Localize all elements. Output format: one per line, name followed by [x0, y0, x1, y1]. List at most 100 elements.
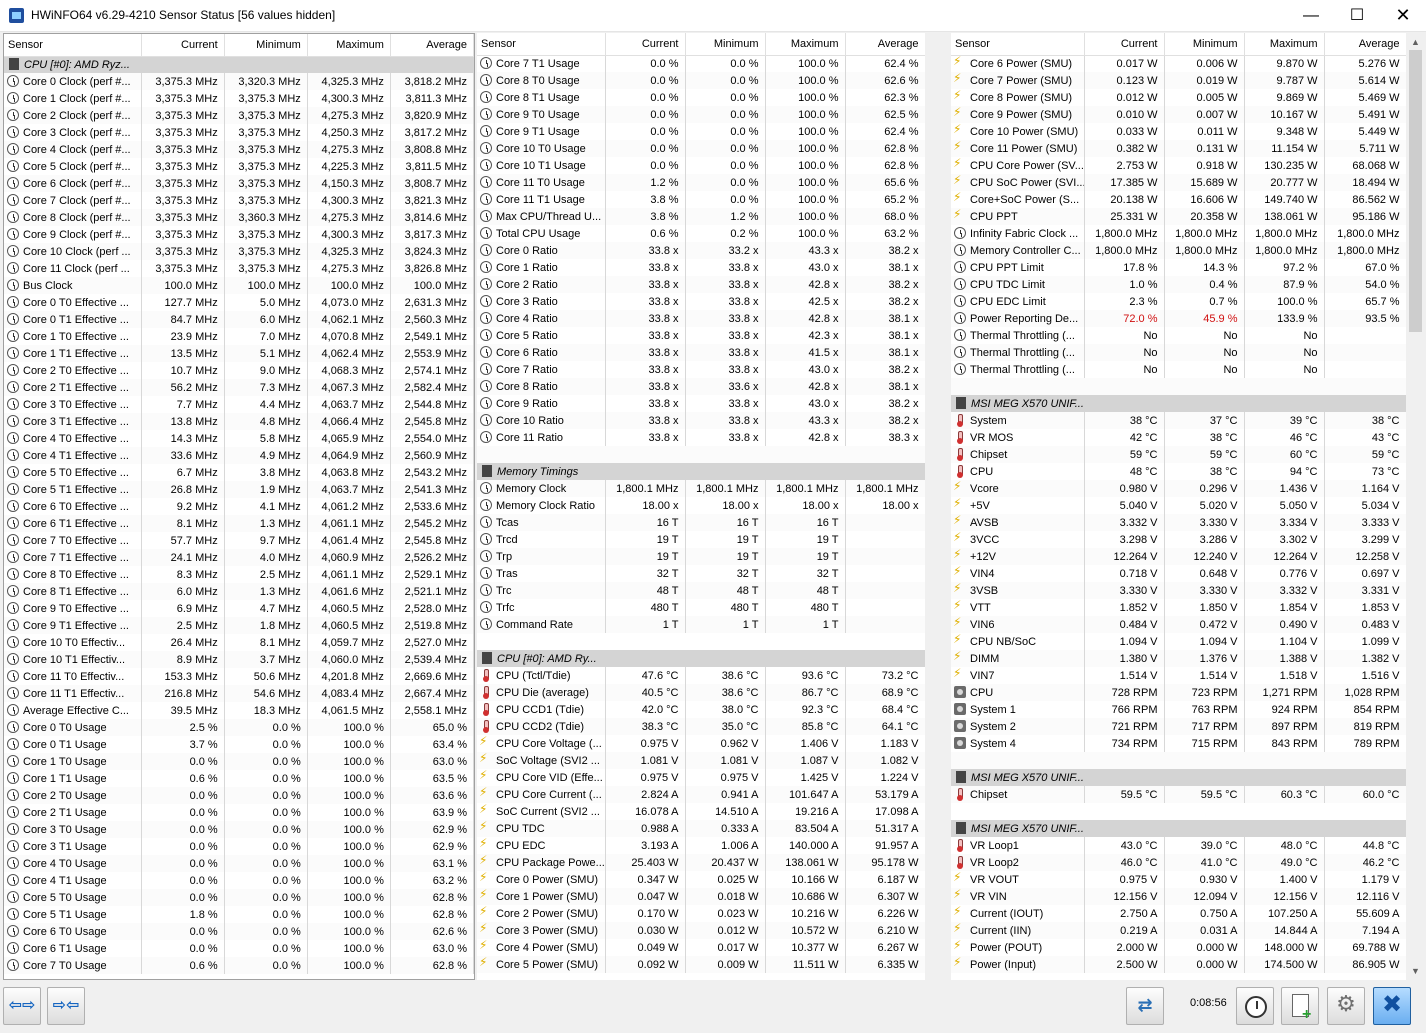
sensor-row[interactable]: Core 2 T0 Usage 0.0 % 0.0 % 100.0 % 63.6 % — [4, 787, 474, 804]
sensor-row[interactable]: Tcas 16 T 16 T 16 T — [477, 514, 925, 531]
sensor-row[interactable]: Power Reporting De... 72.0 % 45.9 % 133.9 %… — [951, 310, 1406, 327]
sensor-row[interactable]: AVSB 3.332 V3.330 V3.334 V3.333 V — [951, 514, 1406, 531]
sensor-row[interactable]: Core 2 T0 Effective ... 10.7 MHz 9.0 MHz 4,… — [4, 362, 474, 379]
sensor-row[interactable]: Core 4 T0 Usage 0.0 % 0.0 % 100.0 % 63.1 % — [4, 855, 474, 872]
sensor-row[interactable]: Core 5 Clock (perf #... 3,375.3 MHz 3,375.… — [4, 158, 474, 175]
sensor-row[interactable]: Core 8 T1 Effective ... 6.0 MHz 1.3 MHz 4,0… — [4, 583, 474, 600]
sensor-row[interactable]: Core 10 T0 Effectiv... 26.4 MHz 8.1 MHz 4,0… — [4, 634, 474, 651]
column-header-minimum[interactable]: Minimum — [685, 33, 766, 56]
sensor-row[interactable]: Core 2 T1 Usage 0.0 % 0.0 % 100.0 % 63.9 % — [4, 804, 474, 821]
sensor-row[interactable]: VR VOUT 0.975 V0.930 V1.400 V1.179 V — [951, 871, 1406, 888]
sensor-row[interactable]: Core 9 T0 Usage 0.0 % 0.0 % 100.0 % 62.5 % — [477, 106, 925, 123]
column-header-average[interactable]: Average — [390, 34, 474, 57]
sensor-row[interactable]: Core 6 T0 Effective ... 9.2 MHz 4.1 MHz 4,0… — [4, 498, 474, 515]
sensor-row[interactable]: VR MOS 42 °C 38 °C 46 °C 43 °C — [951, 429, 1406, 446]
sensor-row[interactable]: Thermal Throttling (... No No No — [951, 344, 1406, 361]
sensor-row[interactable]: Chipset 59.5 °C 59.5 °C 60.3 °C 60.0 °C — [951, 786, 1406, 803]
expand-columns-button[interactable]: ⇦⇨ — [3, 987, 41, 1025]
sensor-row[interactable]: CPU CCD1 (Tdie) 42.0 °C 38.0 °C 92.3 °C 68.4… — [477, 701, 925, 718]
sensor-row[interactable]: Total CPU Usage 0.6 % 0.2 % 100.0 % 63.2 % — [477, 225, 925, 242]
sensor-row[interactable]: Thermal Throttling (... No No No — [951, 327, 1406, 344]
collapse-columns-button[interactable]: ⇨⇦ — [47, 987, 85, 1025]
sensor-row[interactable]: Core+SoC Power (S... 20.138 W16.606 W149.… — [951, 191, 1406, 208]
sensor-group-header[interactable]: MSI MEG X570 UNIF... — [951, 395, 1406, 412]
sensor-row[interactable]: Core 6 T1 Usage 0.0 % 0.0 % 100.0 % 63.0 % — [4, 940, 474, 957]
column-header-sensor[interactable]: Sensor — [951, 33, 1085, 56]
sensor-row[interactable]: Core 4 T0 Effective ... 14.3 MHz 5.8 MHz 4,… — [4, 430, 474, 447]
sensor-row[interactable]: Core 9 Ratio 33.8 x 33.8 x 43.0 x 38.2 x — [477, 395, 925, 412]
sensor-row[interactable]: Core 8 Ratio 33.8 x 33.6 x 42.8 x 38.1 x — [477, 378, 925, 395]
sensor-row[interactable]: Core 8 T0 Usage 0.0 % 0.0 % 100.0 % 62.6 % — [477, 72, 925, 89]
sensor-row[interactable]: Core 10 Ratio 33.8 x 33.8 x 43.3 x 38.2 x — [477, 412, 925, 429]
sensor-row[interactable]: Core 8 Power (SMU) 0.012 W0.005 W9.869 W5… — [951, 89, 1406, 106]
column-header-minimum[interactable]: Minimum — [224, 34, 308, 57]
sensor-row[interactable]: Vcore 0.980 V0.296 V1.436 V1.164 V — [951, 480, 1406, 497]
sensor-row[interactable]: Core 0 Clock (perf #... 3,375.3 MHz 3,320.… — [4, 73, 474, 90]
sensor-row[interactable]: Core 11 Clock (perf ... 3,375.3 MHz 3,375.… — [4, 260, 474, 277]
sensor-row[interactable]: Core 1 T0 Usage 0.0 % 0.0 % 100.0 % 63.0 % — [4, 753, 474, 770]
sensor-row[interactable]: SoC Voltage (SVI2 ...1.081 V1.081 V1.087… — [477, 752, 925, 769]
column-header-current[interactable]: Current — [141, 34, 225, 57]
logging-button[interactable]: + — [1281, 987, 1319, 1025]
sensor-row[interactable]: VTT 1.852 V1.850 V1.854 V1.853 V — [951, 599, 1406, 616]
sensor-row[interactable]: Core 11 Ratio 33.8 x 33.8 x 42.8 x 38.3 x — [477, 429, 925, 446]
sensor-row[interactable]: Core 3 Clock (perf #... 3,375.3 MHz 3,375.… — [4, 124, 474, 141]
sensor-row[interactable]: Core 3 T0 Usage 0.0 % 0.0 % 100.0 % 62.9 % — [4, 821, 474, 838]
sensor-row[interactable]: Chipset 59 °C 59 °C 60 °C 59 °C — [951, 446, 1406, 463]
sensor-row[interactable]: Core 1 Power (SMU) 0.047 W0.018 W10.686 W… — [477, 888, 925, 905]
sensor-row[interactable]: System 2 721 RPM 717 RPM 897 RPM 819 RPM — [951, 718, 1406, 735]
sensor-row[interactable]: Core 2 T1 Effective ... 56.2 MHz 7.3 MHz 4,… — [4, 379, 474, 396]
sensor-row[interactable]: Core 0 T1 Effective ... 84.7 MHz 6.0 MHz 4,… — [4, 311, 474, 328]
sensor-row[interactable]: CPU CCD2 (Tdie) 38.3 °C 35.0 °C 85.8 °C 64.1… — [477, 718, 925, 735]
sensor-row[interactable]: Tras 32 T 32 T 32 T — [477, 565, 925, 582]
sensor-row[interactable]: Infinity Fabric Clock ... 1,800.0 MHz 1,80… — [951, 225, 1406, 242]
column-header-maximum[interactable]: Maximum — [1244, 33, 1325, 56]
column-header-average[interactable]: Average — [1324, 33, 1406, 56]
sensor-row[interactable]: VR Loop2 46.0 °C 41.0 °C 49.0 °C 46.2 °C — [951, 854, 1406, 871]
sensor-row[interactable]: Core 5 Power (SMU) 0.092 W0.009 W11.511 W… — [477, 956, 925, 973]
sensor-row[interactable]: Core 1 Clock (perf #... 3,375.3 MHz 3,375.… — [4, 90, 474, 107]
column-header-average[interactable]: Average — [845, 33, 925, 56]
sensor-row[interactable]: Power (Input) 2.500 W0.000 W174.500 W86.9… — [951, 956, 1406, 973]
sensor-row[interactable]: Core 9 Clock (perf #... 3,375.3 MHz 3,375.… — [4, 226, 474, 243]
sensor-row[interactable]: Core 7 Ratio 33.8 x 33.8 x 43.0 x 38.2 x — [477, 361, 925, 378]
sensor-row[interactable]: VR VIN12.156 V12.094 V12.156 V12.116 V — [951, 888, 1406, 905]
sensor-row[interactable]: Thermal Throttling (... No No No — [951, 361, 1406, 378]
sensor-row[interactable]: Core 1 Ratio 33.8 x 33.8 x 43.0 x 38.1 x — [477, 259, 925, 276]
sensor-row[interactable]: SoC Current (SVI2 ... 16.078 A14.510 A19.… — [477, 803, 925, 820]
close-window-button[interactable]: ✕ — [1380, 0, 1426, 31]
sensor-row[interactable]: Trcd 19 T 19 T 19 T — [477, 531, 925, 548]
sensor-group-header[interactable]: MSI MEG X570 UNIF... — [951, 820, 1406, 837]
sensor-row[interactable]: Bus Clock 100.0 MHz 100.0 MHz 100.0 MHz 100.… — [4, 277, 474, 294]
sensor-row[interactable]: Core 11 T0 Usage 1.2 % 0.0 % 100.0 % 65.6 % — [477, 174, 925, 191]
close-sensors-button[interactable]: ✖ — [1373, 987, 1411, 1025]
sensor-row[interactable]: Average Effective C... 39.5 MHz 18.3 MHz 4,… — [4, 702, 474, 719]
sensor-row[interactable]: Core 0 Power (SMU) 0.347 W0.025 W10.166 W… — [477, 871, 925, 888]
sensor-row[interactable]: Core 5 T0 Usage 0.0 % 0.0 % 100.0 % 62.8 % — [4, 889, 474, 906]
sensor-panel-2[interactable]: Sensor Current Minimum Maximum Average C… — [477, 33, 925, 980]
sensor-row[interactable]: VR Loop1 43.0 °C 39.0 °C 48.0 °C 44.8 °C — [951, 837, 1406, 854]
sensor-row[interactable]: Core 11 Power (SMU) 0.382 W0.131 W11.154 … — [951, 140, 1406, 157]
sensor-row[interactable]: CPU Die (average) 40.5 °C 38.6 °C 86.7 °C 68… — [477, 684, 925, 701]
sensor-row[interactable]: Core 9 Power (SMU) 0.010 W0.007 W10.167 W… — [951, 106, 1406, 123]
sensor-row[interactable]: System 4 734 RPM 715 RPM 843 RPM 789 RPM — [951, 735, 1406, 752]
sensor-row[interactable]: Core 10 T1 Usage 0.0 % 0.0 % 100.0 % 62.8 % — [477, 157, 925, 174]
sensor-row[interactable]: CPU (Tctl/Tdie) 47.6 °C 38.6 °C 93.6 °C 73.2… — [477, 667, 925, 684]
column-header-maximum[interactable]: Maximum — [307, 34, 391, 57]
sensor-row[interactable]: Core 0 Ratio 33.8 x 33.2 x 43.3 x 38.2 x — [477, 242, 925, 259]
column-header-minimum[interactable]: Minimum — [1164, 33, 1245, 56]
sensor-row[interactable]: Core 2 Ratio 33.8 x 33.8 x 42.8 x 38.2 x — [477, 276, 925, 293]
sensor-row[interactable]: Core 7 T1 Usage 0.0 % 0.0 % 100.0 % 62.4 % — [477, 55, 925, 72]
sensor-row[interactable]: CPU Core VID (Effe...0.975 V0.975 V1.425… — [477, 769, 925, 786]
sensor-row[interactable]: +5V 5.040 V5.020 V5.050 V5.034 V — [951, 497, 1406, 514]
sensor-group-header[interactable]: CPU [#0]: AMD Ryz... — [4, 56, 474, 73]
sensor-row[interactable]: Core 7 T0 Effective ... 57.7 MHz 9.7 MHz 4,… — [4, 532, 474, 549]
sensor-row[interactable]: CPU EDC 3.193 A1.006 A140.000 A91.957 A — [477, 837, 925, 854]
sensor-panel-3[interactable]: Sensor Current Minimum Maximum Average C… — [951, 33, 1406, 980]
sensor-row[interactable]: Core 11 T1 Usage 3.8 % 0.0 % 100.0 % 65.2 % — [477, 191, 925, 208]
sensor-row[interactable]: Core 0 T1 Usage 3.7 % 0.0 % 100.0 % 63.4 % — [4, 736, 474, 753]
sensor-row[interactable]: Current (IIN) 0.219 A0.031 A14.844 A7.194… — [951, 922, 1406, 939]
sensor-row[interactable]: Core 4 T1 Usage 0.0 % 0.0 % 100.0 % 63.2 % — [4, 872, 474, 889]
sensor-row[interactable]: Core 6 Clock (perf #... 3,375.3 MHz 3,375.… — [4, 175, 474, 192]
sensor-row[interactable]: CPU TDC 0.988 A0.333 A83.504 A51.317 A — [477, 820, 925, 837]
